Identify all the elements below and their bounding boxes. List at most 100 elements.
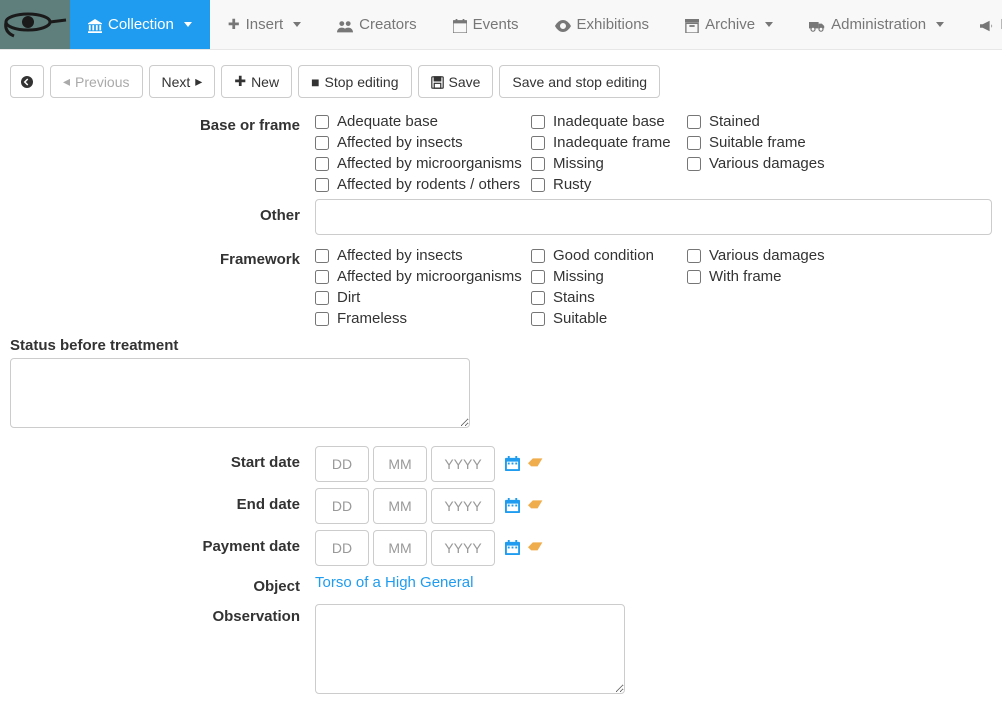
checkbox-item: With frame — [687, 268, 867, 285]
caret-icon — [936, 22, 944, 27]
save-button[interactable]: Save — [418, 65, 494, 98]
checkbox[interactable] — [687, 270, 701, 284]
checkbox[interactable] — [531, 270, 545, 284]
row-object: Object Torso of a High General — [10, 574, 992, 596]
row-status-before: Status before treatment — [10, 337, 992, 431]
checkbox-label: Stained — [709, 113, 760, 130]
checkbox-label: Stains — [553, 289, 595, 306]
checkbox[interactable] — [315, 291, 329, 305]
checkbox[interactable] — [531, 136, 545, 150]
checkbox-label: Inadequate base — [553, 113, 665, 130]
users-icon — [337, 16, 353, 32]
nav-collection[interactable]: Collection — [70, 0, 210, 49]
checkbox[interactable] — [531, 157, 545, 171]
checkbox[interactable] — [315, 115, 329, 129]
checkbox[interactable] — [315, 157, 329, 171]
previous-button[interactable]: ◂ Previous — [50, 65, 143, 98]
eraser-icon[interactable] — [528, 539, 544, 557]
new-button[interactable]: ✚ New — [221, 65, 292, 98]
other-input[interactable] — [315, 199, 992, 235]
object-link[interactable]: Torso of a High General — [315, 574, 473, 591]
framework-checkboxes: Affected by insects Good condition Various… — [315, 247, 867, 327]
nav-creators-label: Creators — [359, 16, 417, 33]
nav-archive[interactable]: Archive — [667, 0, 791, 49]
start-date-year[interactable] — [431, 446, 495, 482]
eraser-icon[interactable] — [528, 455, 544, 473]
calendar-icon[interactable] — [505, 497, 520, 515]
nav-exhibitions[interactable]: Exhibitions — [537, 0, 668, 49]
checkbox-item: Dirt — [315, 289, 525, 306]
calendar-icon[interactable] — [505, 539, 520, 557]
payment-date-month[interactable] — [373, 530, 427, 566]
plus-icon: ✚ — [234, 73, 246, 90]
end-date-day[interactable] — [315, 488, 369, 524]
row-base-frame: Base or frame Adequate baseInadequate ba… — [10, 113, 992, 193]
checkbox-item: Missing — [531, 268, 681, 285]
checkbox[interactable] — [315, 312, 329, 326]
checkbox[interactable] — [531, 291, 545, 305]
observation-textarea[interactable] — [315, 604, 625, 694]
checkbox-item: Various damages — [687, 155, 867, 172]
nav-creators[interactable]: Creators — [319, 0, 435, 49]
checkbox-item: Good condition — [531, 247, 681, 264]
row-start-date: Start date — [10, 446, 992, 482]
checkbox[interactable] — [687, 136, 701, 150]
bank-icon — [88, 16, 102, 32]
payment-date-year[interactable] — [431, 530, 495, 566]
checkbox-label: Rusty — [553, 176, 591, 193]
checkbox-label: Missing — [553, 268, 604, 285]
stop-icon: ■ — [311, 74, 319, 90]
checkbox-label: Affected by microorganisms — [337, 268, 522, 285]
save-and-stop-button[interactable]: Save and stop editing — [499, 65, 660, 98]
end-date-month[interactable] — [373, 488, 427, 524]
checkbox-item: Affected by microorganisms — [315, 268, 525, 285]
checkbox-item: Affected by insects — [315, 247, 525, 264]
checkbox-label: With frame — [709, 268, 782, 285]
checkbox[interactable] — [687, 249, 701, 263]
checkbox-label: Various damages — [709, 155, 825, 172]
end-date-year[interactable] — [431, 488, 495, 524]
checkbox-label: Affected by insects — [337, 134, 463, 151]
checkbox-item: Frameless — [315, 310, 525, 327]
checkbox[interactable] — [315, 270, 329, 284]
start-date-day[interactable] — [315, 446, 369, 482]
checkbox[interactable] — [531, 178, 545, 192]
next-button[interactable]: Next ▸ — [149, 65, 216, 98]
checkbox[interactable] — [687, 115, 701, 129]
checkbox-item: Affected by rodents / others — [315, 176, 525, 193]
label-framework: Framework — [10, 247, 315, 268]
stop-editing-button[interactable]: ■ Stop editing — [298, 65, 411, 98]
archive-icon — [685, 16, 699, 32]
brand-logo[interactable] — [0, 0, 70, 49]
checkbox-item: Inadequate frame — [531, 134, 681, 151]
checkbox[interactable] — [531, 249, 545, 263]
eraser-icon[interactable] — [528, 497, 544, 515]
checkbox[interactable] — [687, 157, 701, 171]
toolbar: ◂ Previous Next ▸ ✚ New ■ Stop editing S… — [0, 50, 1002, 113]
checkbox-item: Various damages — [687, 247, 867, 264]
checkbox-label: Adequate base — [337, 113, 438, 130]
nav-issues[interactable]: Issues — [962, 0, 1002, 49]
nav-events[interactable]: Events — [435, 0, 537, 49]
start-date-month[interactable] — [373, 446, 427, 482]
nav-insert[interactable]: ✚ Insert — [210, 0, 319, 49]
checkbox[interactable] — [315, 136, 329, 150]
status-before-textarea[interactable] — [10, 358, 470, 428]
back-button[interactable] — [10, 65, 44, 98]
label-other: Other — [10, 199, 315, 224]
bullhorn-icon — [980, 16, 994, 32]
nav-administration-label: Administration — [831, 16, 926, 33]
calendar-icon[interactable] — [505, 455, 520, 473]
checkbox-item: Affected by insects — [315, 134, 525, 151]
base-frame-checkboxes: Adequate base Inadequate base Stained Affec… — [315, 113, 867, 193]
checkbox[interactable] — [315, 178, 329, 192]
row-other: Other — [10, 199, 992, 235]
checkbox[interactable] — [315, 249, 329, 263]
truck-icon — [809, 17, 825, 33]
payment-date-day[interactable] — [315, 530, 369, 566]
nav-events-label: Events — [473, 16, 519, 33]
checkbox[interactable] — [531, 312, 545, 326]
nav-collection-label: Collection — [108, 16, 174, 33]
checkbox[interactable] — [531, 115, 545, 129]
nav-administration[interactable]: Administration — [791, 0, 962, 49]
